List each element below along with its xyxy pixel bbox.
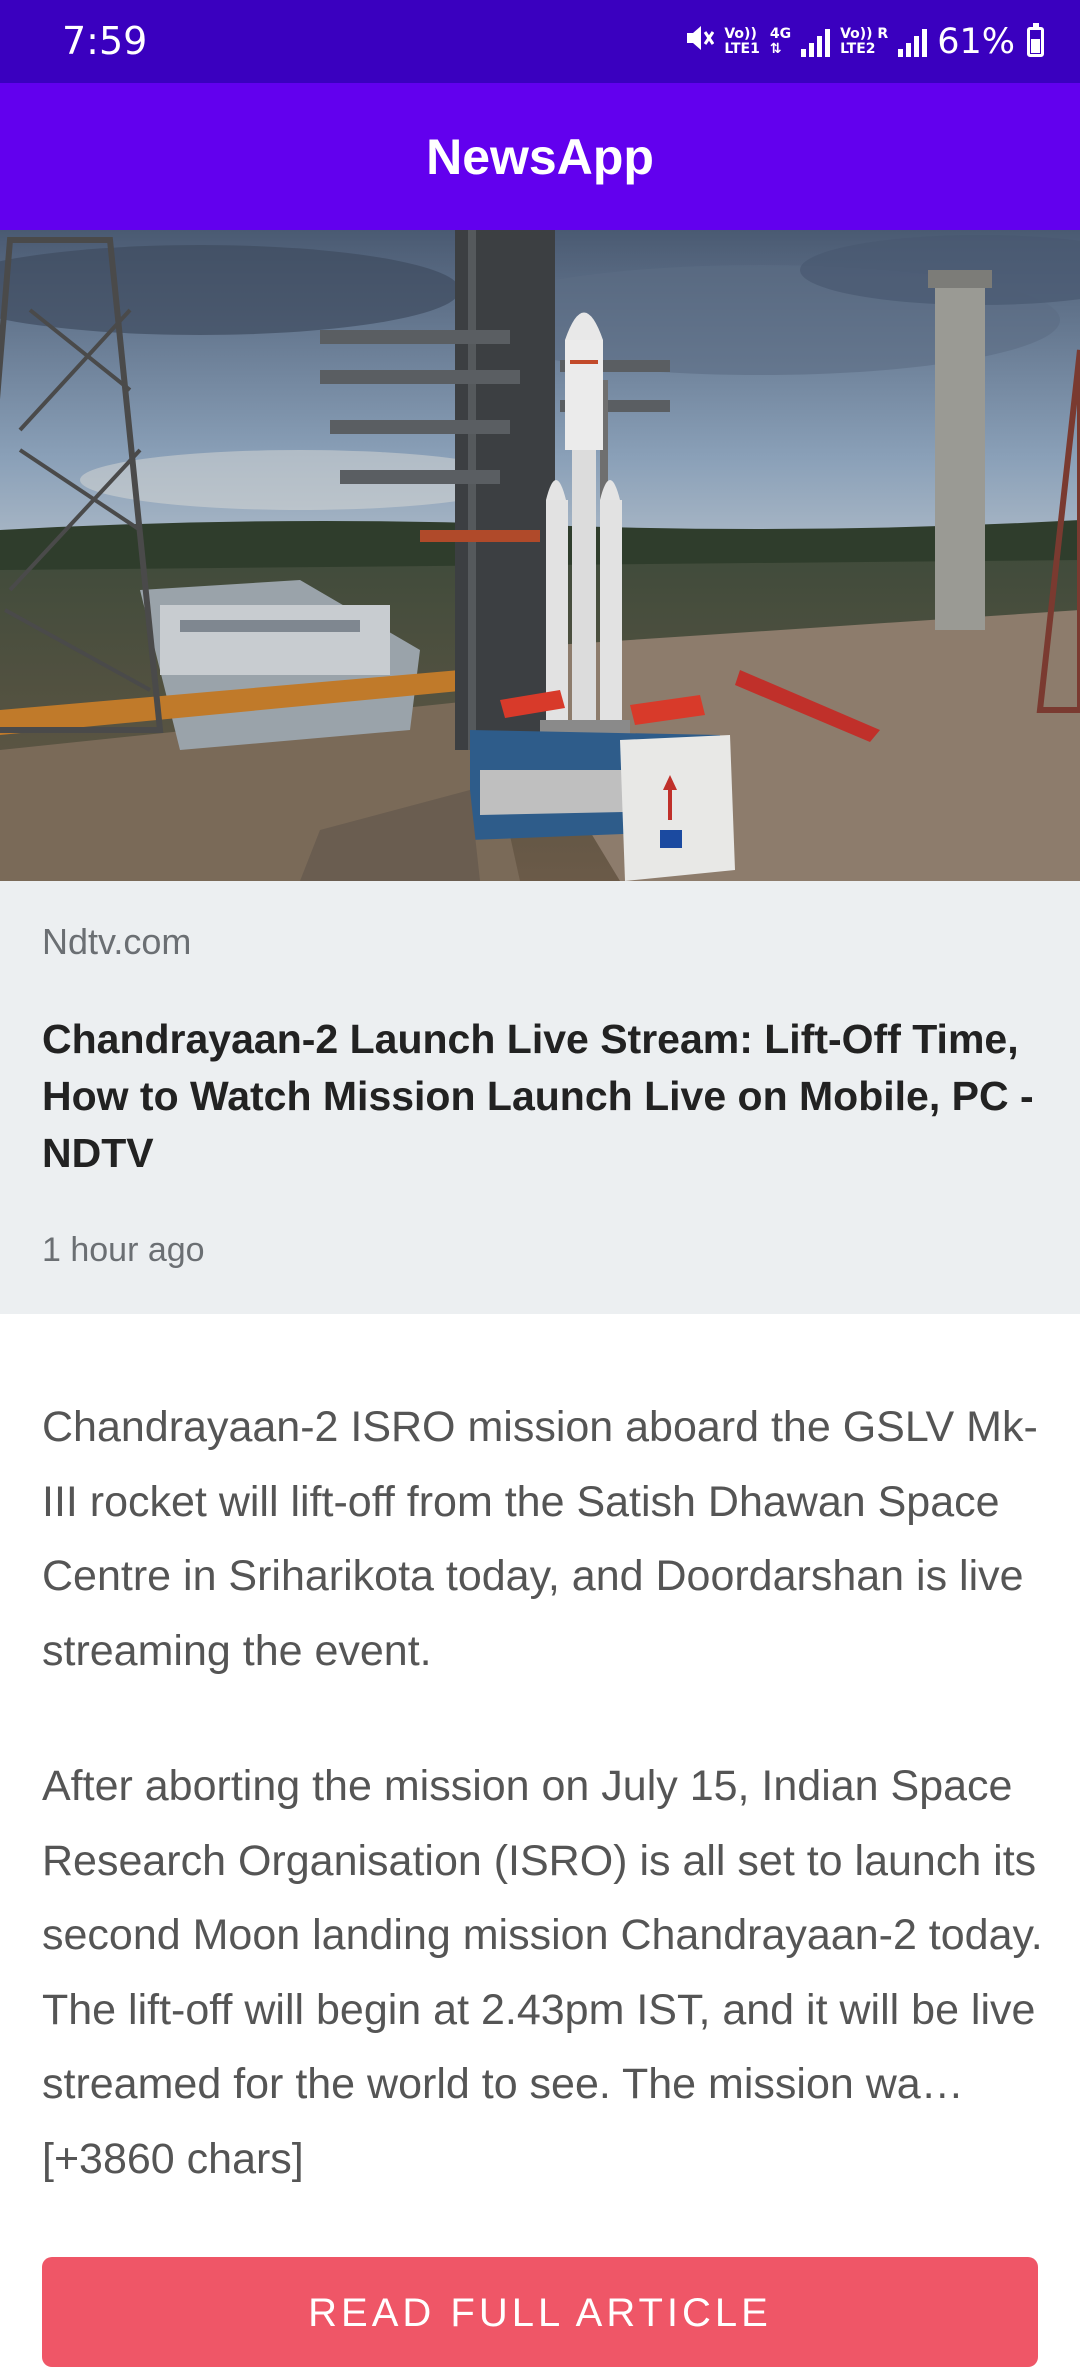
article-description: Chandrayaan-2 ISRO mission aboard the GS… (42, 1403, 1038, 1675)
mute-icon (684, 22, 715, 63)
sim1-volte-indicator: Vo)) LTE1 (724, 27, 759, 57)
article-content: After aborting the mission on July 15, I… (42, 1762, 1043, 2183)
signal-icon (801, 27, 831, 57)
status-time: 7:59 (62, 19, 148, 63)
signal-icon (898, 27, 928, 57)
status-icons: Vo)) LTE1 4G ⇅ Vo)) R LTE2 61% (684, 20, 1044, 64)
read-full-article-button[interactable]: READ FULL ARTICLE (42, 2257, 1038, 2367)
network-type: 4G ⇅ (769, 26, 792, 57)
sim2-sub: LTE2 (840, 41, 876, 57)
article-body: Chandrayaan-2 ISRO mission aboard the GS… (42, 1390, 1052, 2257)
network-type-label: 4G (769, 26, 792, 42)
sim1-sub: LTE1 (724, 41, 760, 57)
app-bar: NewsApp (0, 83, 1080, 230)
status-bar: 7:59 Vo)) LTE1 4G ⇅ Vo)) R LTE2 61% (0, 0, 1080, 83)
app-title: NewsApp (426, 128, 654, 185)
article-meta-panel: Ndtv.com Chandrayaan-2 Launch Live Strea… (0, 881, 1080, 1314)
sim2-label: Vo)) (840, 26, 873, 42)
sim2-volte-indicator: Vo)) R LTE2 (840, 27, 888, 57)
article-title: Chandrayaan-2 Launch Live Stream: Lift-O… (42, 1016, 1034, 1176)
battery-charging-icon (1027, 23, 1044, 57)
sim1-label: Vo)) (724, 26, 757, 42)
roaming-indicator: R (877, 26, 889, 42)
article-published-time: 1 hour ago (42, 1231, 205, 1269)
article-image (0, 230, 1080, 881)
rocket-launch-illustration (0, 230, 1080, 881)
article-source: Ndtv.com (42, 921, 192, 962)
battery-percent: 61% (937, 22, 1015, 62)
